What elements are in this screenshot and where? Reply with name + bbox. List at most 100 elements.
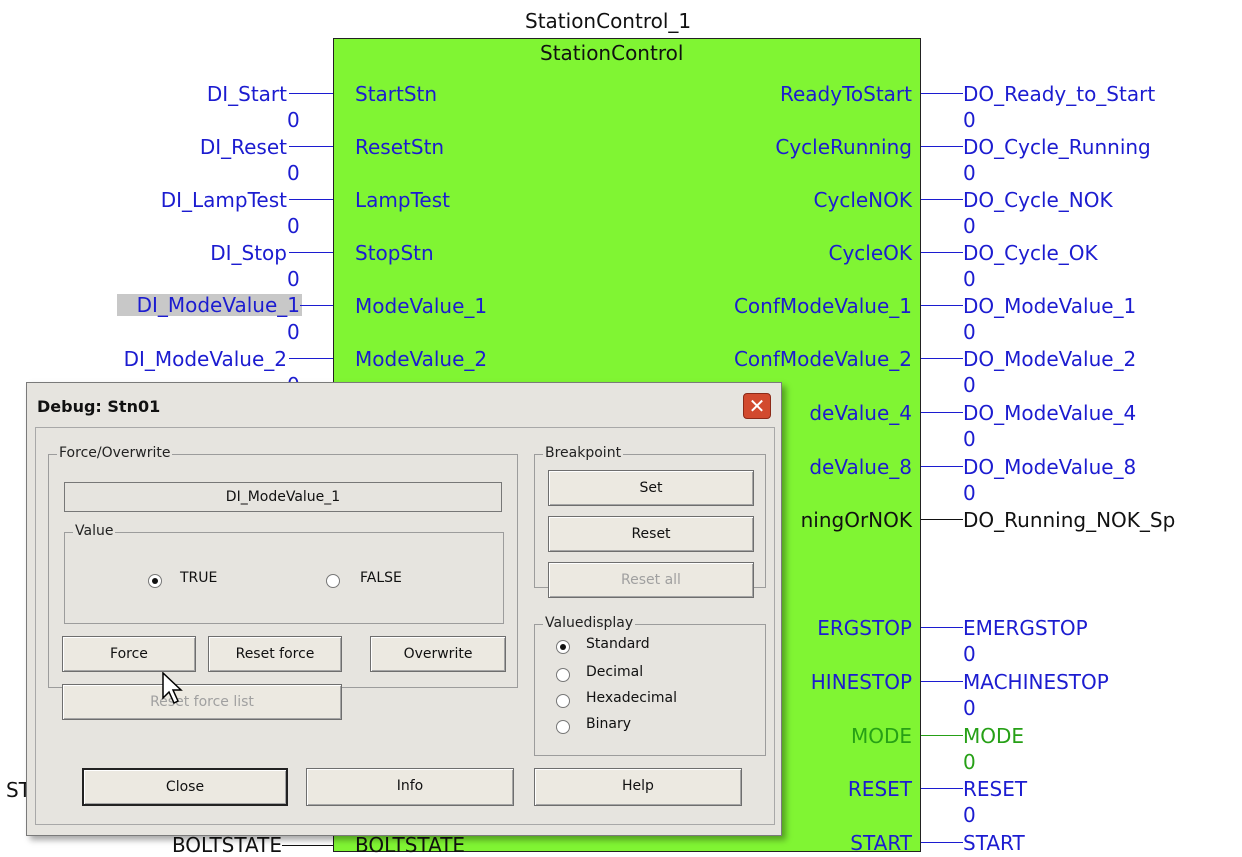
overwrite-button[interactable]: Overwrite [370, 636, 506, 672]
output-var-modevalue-2[interactable]: DO_ModeValue_2 [963, 348, 1136, 370]
pin-cycleok: CycleOK [828, 241, 912, 265]
pin-machinestop: HINESTOP [810, 670, 912, 694]
output-var-modevalue-1[interactable]: DO_ModeValue_1 [963, 295, 1136, 317]
pin-runningornok: ningOrNOK [800, 508, 912, 532]
pin-resetstn: ResetStn [355, 135, 445, 159]
close-button[interactable]: Close [82, 768, 288, 806]
wire-stop [289, 252, 333, 253]
valuedisplay-binary-radio[interactable] [556, 720, 570, 734]
wire-out [921, 146, 963, 147]
wire-out [921, 842, 963, 843]
output-value: 0 [963, 696, 976, 720]
output-value: 0 [963, 642, 976, 666]
breakpoint-label: Breakpoint [543, 445, 624, 461]
wire-out [921, 199, 963, 200]
wire-out [921, 681, 963, 682]
output-var-ready-to-start[interactable]: DO_Ready_to_Start [963, 83, 1155, 105]
input-var-start[interactable]: DI_Start [207, 83, 287, 105]
valuedisplay-binary-label[interactable]: Binary [586, 716, 631, 732]
output-value: 0 [963, 481, 976, 505]
reset-force-list-button[interactable]: Reset force list [62, 684, 342, 720]
valuedisplay-hexadecimal-radio[interactable] [556, 694, 570, 708]
valuedisplay-standard-radio[interactable] [556, 640, 570, 654]
info-button[interactable]: Info [306, 768, 514, 806]
pin-confmodevalue-8: deValue_8 [809, 455, 912, 479]
input-value: 0 [287, 108, 300, 132]
output-value: 0 [963, 803, 976, 827]
debug-dialog[interactable]: Debug: Stn01 ✕ Force/Overwrite DI_ModeVa… [26, 382, 782, 836]
reset-force-button[interactable]: Reset force [208, 636, 342, 672]
wire-modevalue-1 [300, 305, 333, 306]
force-overwrite-label: Force/Overwrite [57, 445, 173, 461]
value-group: Value [64, 523, 504, 624]
output-value: 0 [963, 214, 976, 238]
mouse-pointer-icon [162, 672, 183, 705]
breakpoint-reset-button[interactable]: Reset [548, 516, 754, 552]
pin-confmodevalue-2: ConfModeValue_2 [733, 347, 912, 371]
wire-out [921, 519, 963, 520]
output-var-reset[interactable]: RESET [963, 778, 1027, 800]
output-var-machinestop[interactable]: MACHINESTOP [963, 671, 1109, 693]
input-value: 0 [287, 161, 300, 185]
pin-cyclenok: CycleNOK [813, 188, 912, 212]
true-label[interactable]: TRUE [180, 570, 217, 586]
input-value: 0 [287, 320, 300, 344]
output-var-cycle-nok[interactable]: DO_Cycle_NOK [963, 189, 1113, 211]
false-label[interactable]: FALSE [360, 570, 402, 586]
pin-mode: MODE [850, 724, 912, 748]
wire-out [921, 466, 963, 467]
block-type-name: StationControl [540, 41, 684, 65]
wire-reset [289, 146, 333, 147]
input-var-stop[interactable]: DI_Stop [210, 242, 287, 264]
input-var-modevalue-1-selected[interactable]: DI_ModeValue_1 [116, 294, 302, 316]
output-var-cycle-ok[interactable]: DO_Cycle_OK [963, 242, 1098, 264]
input-var-modevalue-2[interactable]: DI_ModeValue_2 [124, 348, 287, 370]
dialog-body: Force/Overwrite DI_ModeValue_1 Value TRU… [35, 427, 775, 825]
breakpoint-reset-all-button[interactable]: Reset all [548, 562, 754, 598]
wire-lamptest [289, 199, 333, 200]
true-radio[interactable] [148, 574, 162, 588]
output-var-modevalue-4[interactable]: DO_ModeValue_4 [963, 402, 1136, 424]
pin-lamptest: LampTest [355, 188, 450, 212]
pin-stopstn: StopStn [355, 241, 434, 265]
dialog-title: Debug: Stn01 [37, 397, 161, 416]
valuedisplay-hexadecimal-label[interactable]: Hexadecimal [586, 690, 677, 706]
output-var-start[interactable]: START [963, 832, 1025, 854]
input-var-boltstate[interactable]: BOLTSTATE [172, 834, 282, 856]
output-var-cycle-running[interactable]: DO_Cycle_Running [963, 136, 1151, 158]
pin-modevalue-2: ModeValue_2 [355, 347, 488, 371]
pin-cyclerunning: CycleRunning [775, 135, 912, 159]
close-x-icon[interactable]: ✕ [743, 393, 771, 419]
wire-out [921, 93, 963, 94]
output-var-modevalue-8[interactable]: DO_ModeValue_8 [963, 456, 1136, 478]
output-var-mode[interactable]: MODE [963, 725, 1024, 747]
output-value: 0 [963, 373, 976, 397]
help-button[interactable]: Help [534, 768, 742, 806]
variable-field: DI_ModeValue_1 [64, 482, 502, 512]
output-value: 0 [963, 427, 976, 451]
force-button[interactable]: Force [62, 636, 196, 672]
input-var-lamptest[interactable]: DI_LampTest [161, 189, 287, 211]
output-value: 0 [963, 108, 976, 132]
wire-out [921, 788, 963, 789]
pin-modevalue-1: ModeValue_1 [355, 294, 488, 318]
false-radio[interactable] [326, 574, 340, 588]
wire-out [921, 627, 963, 628]
output-var-running-nok-sp[interactable]: DO_Running_NOK_Sp [963, 509, 1175, 531]
output-value: 0 [963, 750, 976, 774]
wire-out [921, 305, 963, 306]
valuedisplay-decimal-label[interactable]: Decimal [586, 664, 643, 680]
pin-reset: RESET [847, 777, 912, 801]
wire-out [921, 358, 963, 359]
wire-boltstate [282, 845, 333, 846]
input-var-reset[interactable]: DI_Reset [200, 136, 287, 158]
value-group-label: Value [73, 523, 116, 539]
output-var-emergstop[interactable]: EMERGSTOP [963, 617, 1088, 639]
valuedisplay-decimal-radio[interactable] [556, 668, 570, 682]
breakpoint-set-button[interactable]: Set [548, 470, 754, 506]
wire-out [921, 252, 963, 253]
pin-confmodevalue-4: deValue_4 [809, 401, 912, 425]
wire-start [289, 93, 333, 94]
valuedisplay-standard-label[interactable]: Standard [586, 636, 650, 652]
wire-out [921, 412, 963, 413]
